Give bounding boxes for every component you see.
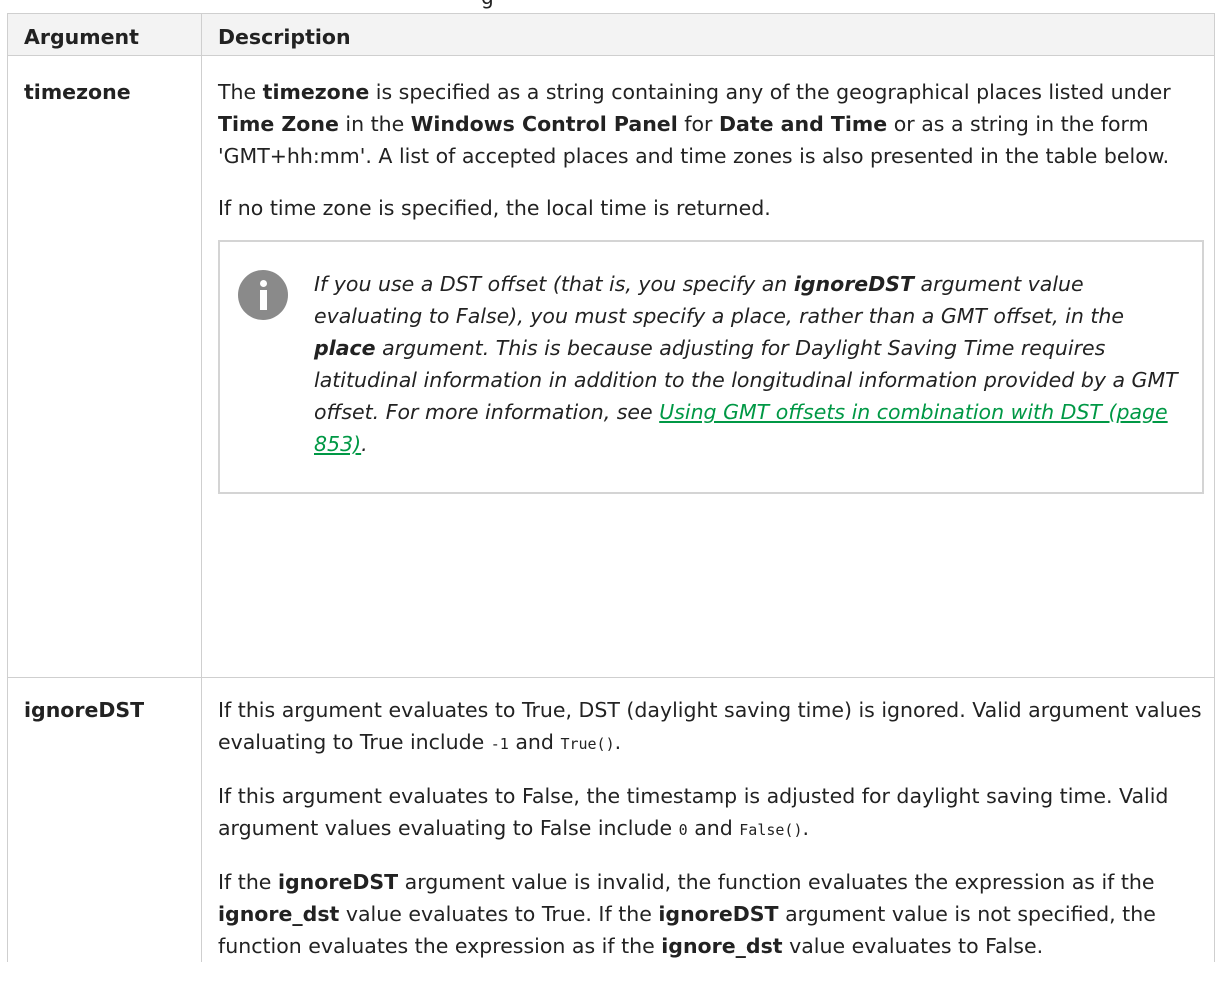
text-span: value evaluates to True. If the	[339, 902, 659, 926]
header-description: Description	[201, 13, 1215, 56]
header-argument: Argument	[7, 13, 202, 56]
description-ignoredst: If this argument evaluates to True, DST …	[201, 677, 1215, 962]
text-span: .	[614, 730, 622, 754]
text-span: value evaluates to False.	[782, 934, 1044, 958]
text-span: .	[361, 432, 368, 456]
code-value: -1	[490, 735, 509, 753]
code-value: True()	[560, 735, 615, 753]
bold-term: ignoreDST	[793, 272, 914, 296]
bold-term: ignoreDST	[277, 870, 399, 894]
table-row-ignoredst: ignoreDST If this argument evaluates to …	[7, 677, 1215, 962]
code-value: 0	[678, 821, 688, 839]
document-page: g Argument Description timezone The time…	[0, 0, 1215, 1005]
bold-term: ignore_dst	[661, 934, 783, 958]
text-span: .	[802, 816, 810, 840]
bold-term: timezone	[262, 80, 370, 104]
code-value: False()	[739, 821, 803, 839]
text-span: and	[687, 816, 740, 840]
table-row-timezone: timezone The timezone is specified as a …	[7, 55, 1215, 678]
argument-name-ignoredst: ignoreDST	[7, 677, 202, 962]
text-span: If the	[218, 870, 278, 894]
bold-term: Time Zone	[218, 112, 339, 136]
arguments-table: Argument Description timezone The timezo…	[7, 13, 1215, 962]
info-icon	[238, 270, 288, 320]
bold-term: ignoreDST	[658, 902, 779, 926]
bold-term: Windows Control Panel	[410, 112, 678, 136]
ignoredst-paragraph-1: If this argument evaluates to True, DST …	[218, 690, 1204, 760]
text-span: in the	[338, 112, 411, 136]
info-note: If you use a DST offset (that is, you sp…	[218, 240, 1204, 494]
text-span: is specified as a string containing any …	[369, 80, 1171, 104]
argument-name-timezone: timezone	[7, 55, 202, 678]
ignoredst-paragraph-3: If the ignoreDST argument value is inval…	[218, 862, 1204, 962]
table-header-row: Argument Description	[7, 13, 1215, 56]
text-span: If this argument evaluates to True, DST …	[218, 698, 1202, 754]
text-span: and	[508, 730, 561, 754]
bold-term: place	[314, 336, 376, 360]
text-span: argument value is invalid, the function …	[398, 870, 1155, 894]
bold-term: Date and Time	[718, 112, 888, 136]
text-span: If you use a DST offset (that is, you sp…	[314, 272, 794, 296]
ignoredst-paragraph-2: If this argument evaluates to False, the…	[218, 776, 1204, 846]
text-span: The	[218, 80, 263, 104]
bold-term: ignore_dst	[218, 902, 340, 926]
timezone-paragraph-1: The timezone is specified as a string co…	[218, 72, 1204, 172]
text-span: for	[677, 112, 719, 136]
timezone-paragraph-2: If no time zone is specified, the local …	[218, 196, 771, 220]
description-timezone: The timezone is specified as a string co…	[201, 55, 1215, 678]
table-caption-fragment: g	[481, 0, 494, 13]
